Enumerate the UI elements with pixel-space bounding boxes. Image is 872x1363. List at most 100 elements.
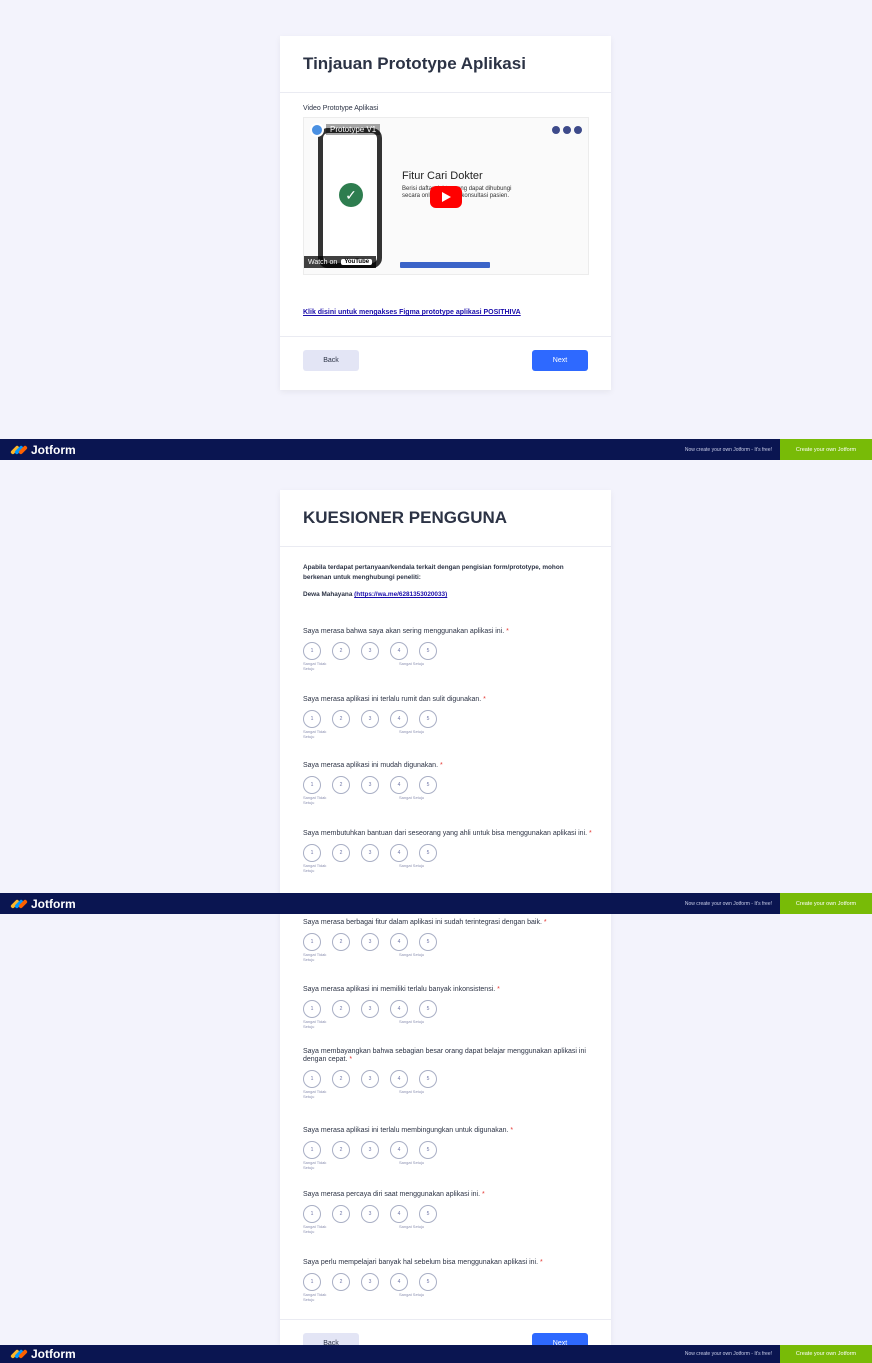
rating-option-3[interactable]: 3 [361,933,379,951]
rating-option-1[interactable]: 1 [303,844,321,862]
rating-question: Saya merasa berbagai fitur dalam aplikas… [303,919,593,962]
jotform-logo[interactable]: Jotform [10,897,76,911]
rating-option-2[interactable]: 2 [332,844,350,862]
rating-option-2[interactable]: 2 [332,1070,350,1088]
rating-option-3[interactable]: 3 [361,1070,379,1088]
rating-option-4[interactable]: 4 [390,1273,408,1291]
rating-option-1[interactable]: 1 [303,710,321,728]
rating-option-3[interactable]: 3 [361,1141,379,1159]
jotform-logo[interactable]: Jotform [10,443,76,457]
page-title: KUESIONER PENGGUNA [303,508,508,527]
rating-option-4[interactable]: 4 [390,1000,408,1018]
rating-scale: 12345 [303,1141,593,1159]
question-label: Saya membayangkan bahwa sebagian besar o… [303,1048,586,1063]
rating-option-4[interactable]: 4 [390,710,408,728]
rating-option-4[interactable]: 4 [390,1141,408,1159]
rating-option-2[interactable]: 2 [332,1141,350,1159]
rating-option-1[interactable]: 1 [303,776,321,794]
rating-option-5[interactable]: 5 [419,844,437,862]
rating-option-2[interactable]: 2 [332,710,350,728]
rating-question: Saya merasa aplikasi ini terlalu rumit d… [303,696,593,739]
form-navigation: Back Next [280,1319,611,1345]
scale-high-label: Sangat Setuju [399,1160,425,1165]
rating-option-1[interactable]: 1 [303,1205,321,1223]
rating-option-2[interactable]: 2 [332,933,350,951]
rating-option-5[interactable]: 5 [419,933,437,951]
rating-option-3[interactable]: 3 [361,1000,379,1018]
back-button[interactable]: Back [303,1333,359,1345]
rating-question: Saya merasa aplikasi ini memiliki terlal… [303,986,593,1029]
channel-avatar[interactable] [310,123,324,137]
youtube-embed[interactable]: ✓ Prototype V1 Fitur Cari Dokter Berisi … [303,117,589,275]
scale-high-label: Sangat Setuju [399,729,425,734]
create-jotform-button[interactable]: Create your own Jotform [780,1345,872,1363]
watch-on-youtube[interactable]: Watch on YouTube [304,256,377,268]
rating-option-1[interactable]: 1 [303,1070,321,1088]
rating-option-5[interactable]: 5 [419,1205,437,1223]
rating-option-1[interactable]: 1 [303,1141,321,1159]
rating-question: Saya membayangkan bahwa sebagian besar o… [303,1048,593,1099]
rating-option-4[interactable]: 4 [390,776,408,794]
create-jotform-button[interactable]: Create your own Jotform [780,893,872,914]
jotform-banner: Jotform Now create your own Jotform - It… [0,1345,872,1363]
scale-anchors: Sangat Tidak Setuju Sangat Setuju [303,863,593,873]
next-button[interactable]: Next [532,1333,588,1345]
jotform-logo[interactable]: Jotform [10,1347,76,1361]
rating-option-4[interactable]: 4 [390,1070,408,1088]
screen-questionnaire-1: KUESIONER PENGGUNA Apabila terdapat pert… [0,460,872,893]
rating-option-5[interactable]: 5 [419,642,437,660]
rating-option-3[interactable]: 3 [361,710,379,728]
rating-option-2[interactable]: 2 [332,1273,350,1291]
rating-option-4[interactable]: 4 [390,1205,408,1223]
scale-high-label: Sangat Setuju [399,1089,425,1094]
question-label: Saya merasa aplikasi ini memiliki terlal… [303,986,500,993]
rating-option-2[interactable]: 2 [332,776,350,794]
video-channel-title[interactable]: Prototype V1 [326,124,381,135]
rating-option-5[interactable]: 5 [419,1000,437,1018]
rating-option-4[interactable]: 4 [390,844,408,862]
rating-option-3[interactable]: 3 [361,844,379,862]
rating-option-2[interactable]: 2 [332,1205,350,1223]
scale-low-label: Sangat Tidak Setuju [303,863,327,873]
question-label: Saya membutuhkan bantuan dari seseorang … [303,830,592,837]
rating-question: Saya perlu mempelajari banyak hal sebelu… [303,1259,593,1302]
back-button[interactable]: Back [303,350,359,371]
whatsapp-link[interactable]: (https://wa.me/6281353020033) [354,591,447,598]
rating-option-5[interactable]: 5 [419,710,437,728]
scale-high-label: Sangat Setuju [399,1224,425,1229]
rating-option-5[interactable]: 5 [419,776,437,794]
figma-prototype-link[interactable]: Klik disini untuk mengakses Figma protot… [303,309,588,316]
rating-scale: 12345 [303,776,593,794]
rating-scale: 12345 [303,1000,593,1018]
rating-scale: 12345 [303,933,593,951]
create-jotform-button[interactable]: Create your own Jotform [780,439,872,460]
scale-high-label: Sangat Setuju [399,952,425,957]
rating-option-1[interactable]: 1 [303,642,321,660]
scale-low-label: Sangat Tidak Setuju [303,1224,327,1234]
rating-option-3[interactable]: 3 [361,776,379,794]
rating-option-5[interactable]: 5 [419,1273,437,1291]
rating-option-1[interactable]: 1 [303,1273,321,1291]
page-title: Tinjauan Prototype Aplikasi [303,54,526,73]
rating-scale: 12345 [303,1070,593,1088]
form-card: Back Next Saya merasa berbagai fitur dal… [280,914,611,1345]
rating-option-3[interactable]: 3 [361,642,379,660]
next-button[interactable]: Next [532,350,588,371]
rating-option-5[interactable]: 5 [419,1141,437,1159]
rating-option-3[interactable]: 3 [361,1273,379,1291]
scale-high-label: Sangat Setuju [399,863,425,868]
rating-option-5[interactable]: 5 [419,1070,437,1088]
scale-anchors: Sangat Tidak Setuju Sangat Setuju [303,1224,593,1234]
play-button-icon[interactable] [430,186,462,208]
question-label: Saya merasa aplikasi ini terlalu rumit d… [303,696,486,703]
rating-option-1[interactable]: 1 [303,1000,321,1018]
rating-option-1[interactable]: 1 [303,933,321,951]
form-card: KUESIONER PENGGUNA Apabila terdapat pert… [280,490,611,893]
rating-option-4[interactable]: 4 [390,933,408,951]
rating-option-2[interactable]: 2 [332,1000,350,1018]
required-marker: * [543,919,547,926]
rating-option-3[interactable]: 3 [361,1205,379,1223]
rating-option-2[interactable]: 2 [332,642,350,660]
rating-option-4[interactable]: 4 [390,642,408,660]
scale-low-label: Sangat Tidak Setuju [303,1019,327,1029]
